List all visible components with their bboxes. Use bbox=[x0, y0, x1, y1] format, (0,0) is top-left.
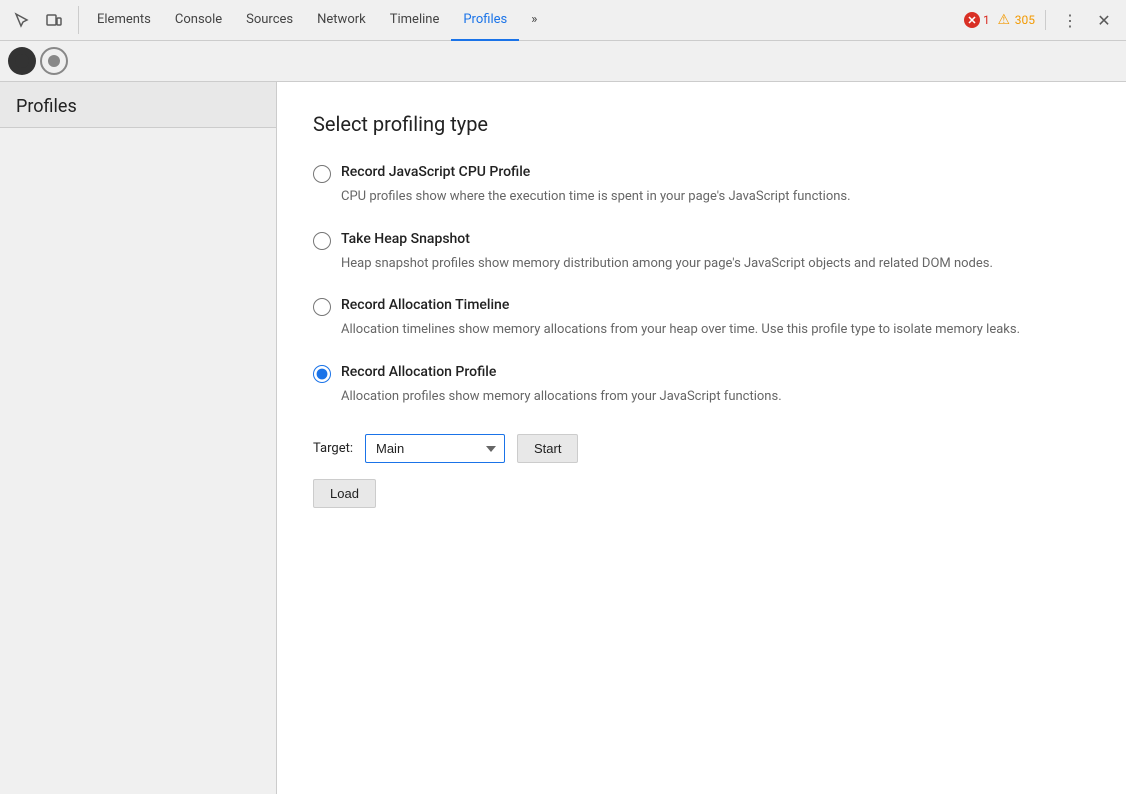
option-desc-heap: Heap snapshot profiles show memory distr… bbox=[341, 254, 1021, 274]
error-badge[interactable]: ✕ 1 bbox=[964, 12, 990, 28]
tab-more[interactable]: » bbox=[519, 0, 549, 41]
inspect-element-icon[interactable] bbox=[8, 6, 36, 34]
sidebar: Profiles bbox=[0, 82, 277, 794]
option-row-alloc-profile: Record Allocation Profile bbox=[313, 364, 1090, 383]
start-button[interactable]: Start bbox=[517, 434, 578, 463]
stop-icon bbox=[48, 55, 60, 67]
option-group-heap: Take Heap Snapshot Heap snapshot profile… bbox=[313, 231, 1090, 274]
devtools-mode-icons bbox=[8, 6, 79, 34]
option-desc-cpu: CPU profiles show where the execution ti… bbox=[341, 187, 1021, 207]
content-panel: Select profiling type Record JavaScript … bbox=[277, 82, 1126, 794]
radio-allocation-timeline[interactable] bbox=[313, 298, 331, 316]
target-label: Target: bbox=[313, 441, 353, 456]
record-button[interactable] bbox=[8, 47, 36, 75]
option-group-cpu: Record JavaScript CPU Profile CPU profil… bbox=[313, 164, 1090, 207]
toolbar-divider bbox=[1045, 10, 1046, 30]
target-row: Target: Main Start bbox=[313, 434, 1090, 463]
radio-allocation-profile[interactable] bbox=[313, 365, 331, 383]
tab-timeline[interactable]: Timeline bbox=[378, 0, 452, 41]
target-select[interactable]: Main bbox=[365, 434, 505, 463]
more-options-button[interactable]: ⋮ bbox=[1056, 6, 1084, 34]
radio-heap[interactable] bbox=[313, 232, 331, 250]
record-icon bbox=[15, 54, 29, 68]
load-button[interactable]: Load bbox=[313, 479, 376, 508]
stop-button[interactable] bbox=[40, 47, 68, 75]
option-label-heap[interactable]: Take Heap Snapshot bbox=[341, 231, 470, 247]
option-row-heap: Take Heap Snapshot bbox=[313, 231, 1090, 250]
device-mode-icon[interactable] bbox=[40, 6, 68, 34]
option-desc-alloc-timeline: Allocation timelines show memory allocat… bbox=[341, 320, 1021, 340]
tab-console[interactable]: Console bbox=[163, 0, 234, 41]
option-label-cpu[interactable]: Record JavaScript CPU Profile bbox=[341, 164, 530, 180]
second-bar bbox=[0, 41, 1126, 82]
close-devtools-button[interactable]: ✕ bbox=[1090, 6, 1118, 34]
profiling-section-title: Select profiling type bbox=[313, 112, 1090, 136]
tab-network[interactable]: Network bbox=[305, 0, 378, 41]
tab-profiles[interactable]: Profiles bbox=[451, 0, 519, 41]
radio-cpu[interactable] bbox=[313, 165, 331, 183]
option-label-alloc-timeline[interactable]: Record Allocation Timeline bbox=[341, 297, 509, 313]
option-label-alloc-profile[interactable]: Record Allocation Profile bbox=[341, 364, 496, 380]
tab-sources[interactable]: Sources bbox=[234, 0, 305, 41]
tab-list: Elements Console Sources Network Timelin… bbox=[85, 0, 964, 41]
option-group-alloc-timeline: Record Allocation Timeline Allocation ti… bbox=[313, 297, 1090, 340]
sidebar-title: Profiles bbox=[0, 82, 276, 128]
tab-elements[interactable]: Elements bbox=[85, 0, 163, 41]
warning-icon: ⚠ bbox=[996, 12, 1012, 28]
error-icon: ✕ bbox=[964, 12, 980, 28]
option-row-cpu: Record JavaScript CPU Profile bbox=[313, 164, 1090, 183]
option-row-alloc-timeline: Record Allocation Timeline bbox=[313, 297, 1090, 316]
option-desc-alloc-profile: Allocation profiles show memory allocati… bbox=[341, 387, 1021, 407]
warning-badge[interactable]: ⚠ 305 bbox=[996, 12, 1035, 28]
main-layout: Profiles Select profiling type Record Ja… bbox=[0, 82, 1126, 794]
option-group-alloc-profile: Record Allocation Profile Allocation pro… bbox=[313, 364, 1090, 407]
toolbar-right: ✕ 1 ⚠ 305 ⋮ ✕ bbox=[964, 6, 1118, 34]
toolbar: Elements Console Sources Network Timelin… bbox=[0, 0, 1126, 41]
